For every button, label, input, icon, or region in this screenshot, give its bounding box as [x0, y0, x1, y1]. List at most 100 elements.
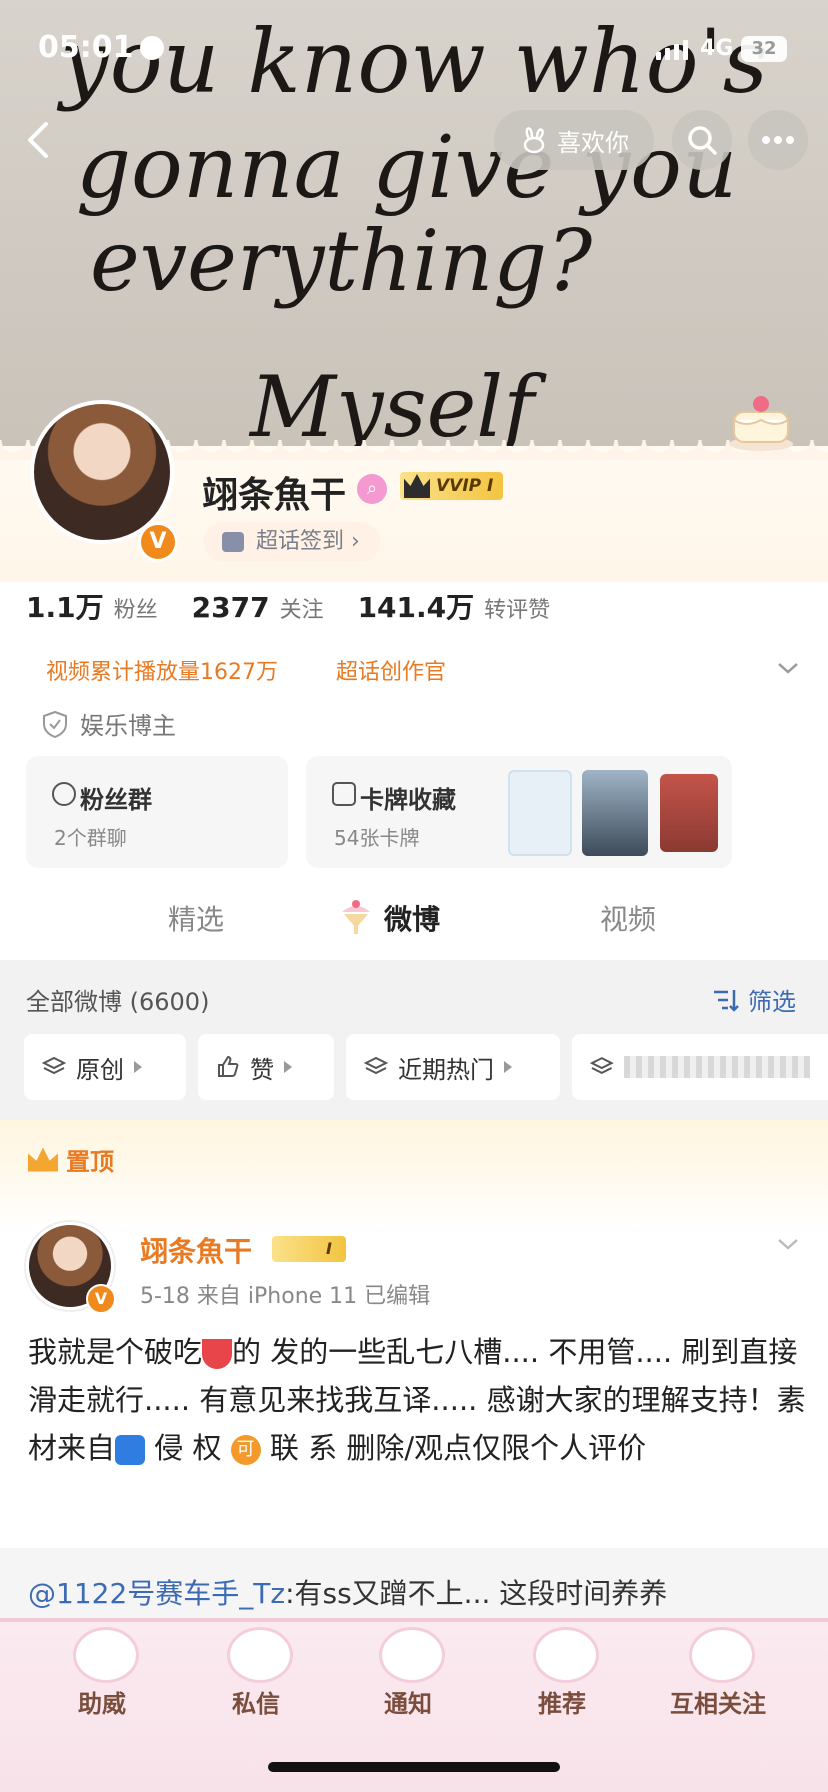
network-type: 4G: [700, 36, 734, 61]
chevron-down-icon[interactable]: [776, 1232, 800, 1256]
profile-tags: 视频累计播放量1627万 超话创作官: [46, 654, 446, 686]
stat-following[interactable]: 2377 关注: [192, 591, 324, 624]
post-author-name[interactable]: 翊条魚干: [140, 1230, 252, 1270]
kitty-icon: [382, 1630, 442, 1680]
layers-icon: [364, 1056, 388, 1075]
bunny-icon: [523, 127, 545, 154]
calendar-icon: [222, 532, 244, 552]
filter-icon: [714, 989, 739, 1012]
card-title: 粉丝群: [80, 786, 152, 814]
chip-label: 原创: [76, 1055, 124, 1084]
post-body[interactable]: 我就是个破吃的 发的一些乱七八槽.... 不用管.... 刷到直接滑走就行...…: [28, 1328, 808, 1472]
identity-label: 娱乐博主: [80, 712, 176, 740]
cover-text-line-3: everything?: [90, 212, 593, 310]
search-icon: [688, 126, 717, 155]
vip-badge[interactable]: I: [272, 1236, 346, 1262]
like-label: 喜欢你: [557, 128, 629, 157]
status-time: 05:01: [38, 30, 134, 65]
post-text: 联 系 删除/观点仅限个人评价: [260, 1431, 647, 1465]
back-icon[interactable]: [18, 118, 62, 162]
tab-weibo[interactable]: 微博: [384, 898, 440, 938]
chip-blurred[interactable]: [572, 1034, 828, 1100]
more-button[interactable]: [748, 110, 808, 170]
layers-icon: [42, 1056, 66, 1075]
pinned-label: 置顶: [28, 1142, 114, 1177]
verified-badge: V: [86, 1284, 116, 1314]
like-button[interactable]: 喜欢你: [494, 110, 654, 170]
chip-original[interactable]: 原创: [24, 1034, 186, 1100]
profile-stats: 1.1万 粉丝 2377 关注 141.4万 转评赞: [26, 586, 584, 626]
verified-badge: V: [138, 522, 178, 562]
fans-group-card[interactable]: 粉丝群 2个群聊: [26, 756, 288, 868]
identity-row[interactable]: 娱乐博主: [42, 706, 176, 741]
pinned-text: 置顶: [66, 1148, 114, 1176]
stat-interactions[interactable]: 141.4万 转评赞: [358, 586, 551, 626]
focus-icon: [140, 36, 164, 60]
supertopic-checkin-button[interactable]: 超话签到 ›: [204, 522, 380, 562]
mention-link[interactable]: @1122号赛车手_Tz: [28, 1577, 285, 1610]
signal-icon: [656, 40, 688, 60]
tab-featured[interactable]: 精选: [168, 898, 224, 938]
nav-notifications[interactable]: 通知: [384, 1684, 432, 1719]
nav-recommend[interactable]: 推荐: [538, 1684, 586, 1719]
collection-thumbnail[interactable]: [582, 770, 648, 856]
nav-mutual-follow[interactable]: 互相关注: [670, 1684, 766, 1719]
profile-tabs: 精选 微博 视频: [0, 880, 828, 960]
collection-thumbnail[interactable]: [660, 774, 718, 852]
thumbs-up-icon: [218, 1055, 239, 1077]
cake-icon: [729, 396, 793, 451]
ribbon-icon: [536, 1630, 596, 1680]
wifi-icon: [115, 1435, 146, 1465]
stat-label: 粉丝: [113, 598, 158, 623]
profile-name: 翊条魚干: [202, 475, 347, 516]
nav-cheer[interactable]: 助威: [78, 1684, 126, 1719]
more-icon: [762, 136, 794, 144]
collection-thumbnail[interactable]: [508, 770, 572, 856]
nav-messages[interactable]: 私信: [232, 1684, 280, 1719]
battery-level: 32: [751, 38, 777, 59]
blurred-chip-content: [623, 1056, 810, 1078]
card-title: 卡牌收藏: [360, 786, 456, 814]
stat-label: 转评赞: [484, 598, 551, 623]
cupcake-icon: [230, 1630, 290, 1680]
caret-right-icon: [284, 1061, 292, 1073]
kitty-icon: [76, 1630, 136, 1680]
caret-right-icon: [134, 1061, 142, 1073]
video-views-tag[interactable]: 视频累计播放量1627万: [46, 654, 278, 686]
caret-right-icon: [504, 1061, 512, 1073]
status-bar: 05:01 4G 32: [0, 0, 828, 100]
watermelon-icon: [202, 1339, 233, 1369]
filter-button[interactable]: 筛选: [712, 982, 796, 1017]
creator-role-tag[interactable]: 超话创作官: [336, 654, 446, 686]
home-indicator: [268, 1762, 560, 1772]
card-subtitle: 2个群聊: [54, 826, 127, 850]
retweet-text[interactable]: @1122号赛车手_Tz:有ss又蹭不上... 这段时间养养: [28, 1572, 808, 1612]
search-button[interactable]: [672, 110, 732, 170]
vip-label: VVIP I: [436, 476, 494, 496]
chip-liked[interactable]: 赞: [198, 1034, 334, 1100]
chip-label: 赞: [250, 1055, 274, 1084]
permitted-icon: 可: [230, 1435, 261, 1465]
post-meta: 5-18 来自 iPhone 11 已编辑: [140, 1284, 431, 1309]
vip-badge[interactable]: VVIP I: [400, 472, 504, 500]
feed-title: 全部微博 (6600): [26, 988, 210, 1016]
tab-video[interactable]: 视频: [600, 898, 656, 938]
stat-number: 141.4万: [357, 591, 475, 624]
card-subtitle: 54张卡牌: [334, 826, 420, 850]
post-text: 侵 权: [145, 1431, 231, 1465]
stat-number: 1.1万: [26, 591, 104, 624]
crown-icon: [28, 1147, 58, 1172]
post-text: 我就是个破吃: [28, 1335, 203, 1369]
feed-filter-bar: 全部微博 (6600) 筛选 原创 赞 近期热门: [0, 960, 828, 1120]
sundae-icon: [342, 900, 370, 934]
permitted-char: 可: [236, 1439, 255, 1460]
star-card-icon: [332, 782, 356, 806]
stat-followers[interactable]: 1.1万 粉丝: [26, 586, 158, 626]
chip-recent-hot[interactable]: 近期热门: [346, 1034, 560, 1100]
group-icon: [52, 782, 76, 806]
supertopic-icon[interactable]: ⌕: [357, 474, 387, 504]
chevron-down-icon[interactable]: [776, 656, 800, 680]
shield-icon: [43, 710, 67, 738]
battery-icon: 32: [741, 36, 787, 62]
stat-label: 关注: [279, 598, 324, 623]
